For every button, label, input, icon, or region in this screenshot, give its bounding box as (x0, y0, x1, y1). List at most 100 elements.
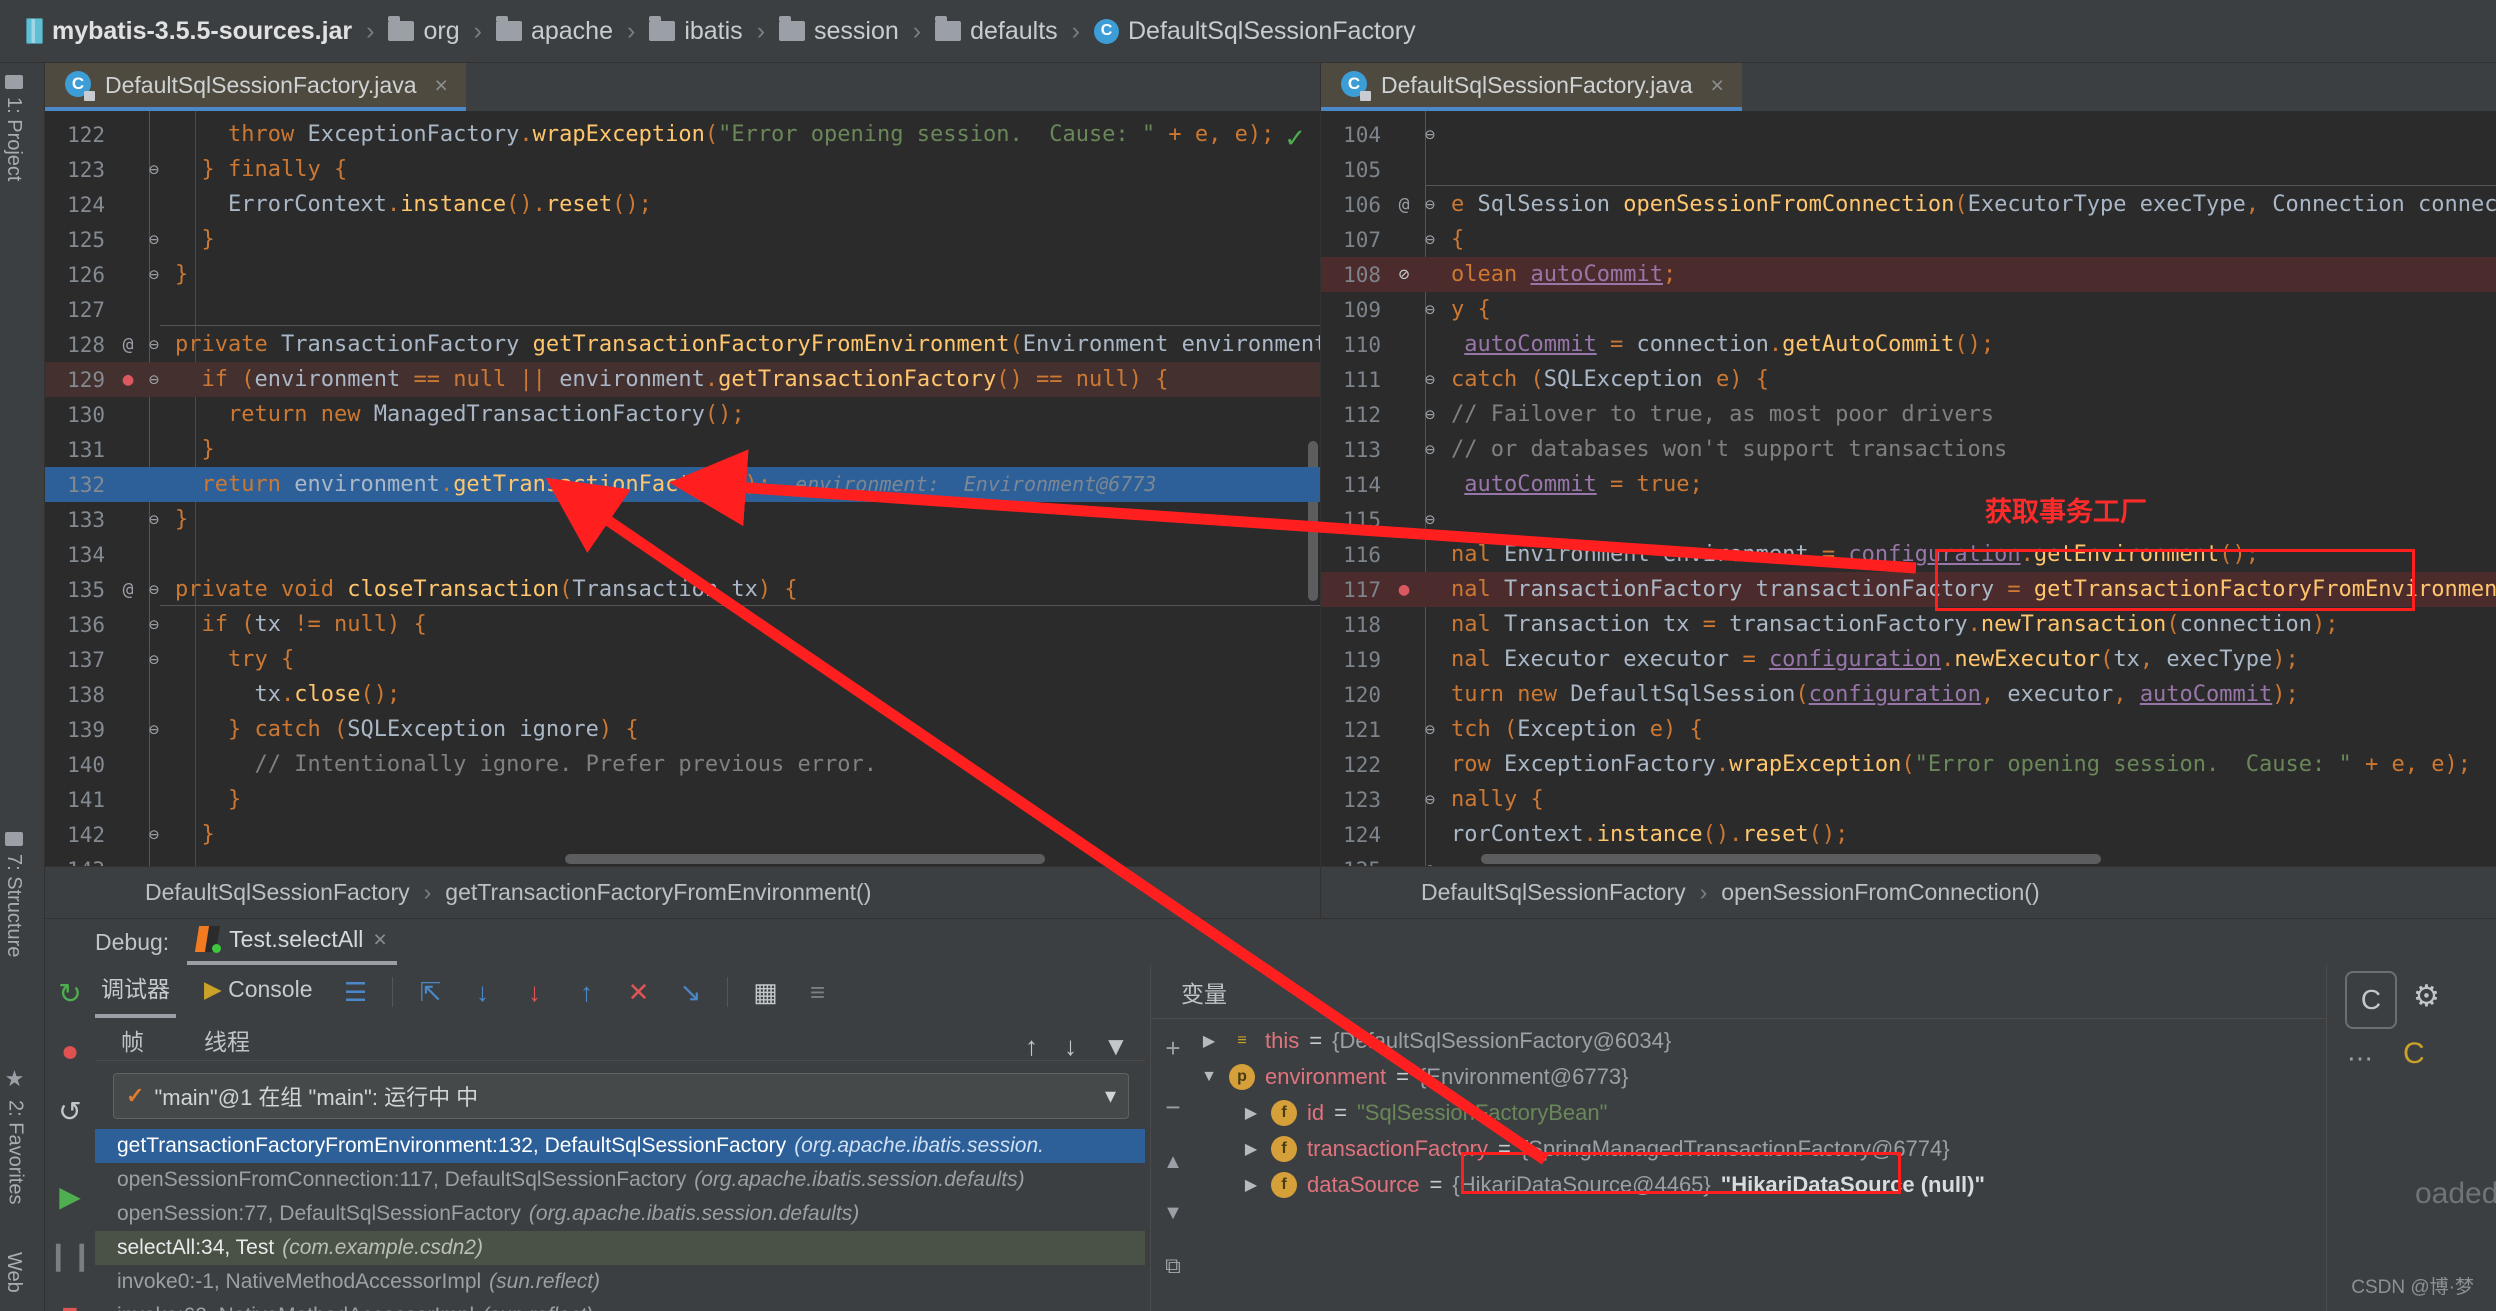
close-icon[interactable]: × (435, 72, 448, 99)
step-into-icon[interactable]: ↓ (519, 977, 549, 1007)
override-marker-icon[interactable]: @ (115, 334, 141, 355)
sidebar-item-structure[interactable]: 7: Structure (0, 828, 29, 961)
breadcrumb-item-apache[interactable]: apache (495, 16, 613, 46)
code-line[interactable]: 116 nal Environment environment = configu… (1321, 537, 2496, 572)
tab-console[interactable]: ▶ Console (198, 972, 318, 1013)
code-line[interactable]: 119 nal Executor executor = configuration… (1321, 642, 2496, 677)
frame-list-item[interactable]: openSessionFromConnection:117, DefaultSq… (95, 1163, 1145, 1197)
code-line[interactable]: 121 ⊖ tch (Exception e) { (1321, 712, 2496, 747)
code-line[interactable]: 108 ⊘ olean autoCommit; (1321, 257, 2496, 292)
code-line[interactable]: 141 } (45, 782, 1320, 817)
code-line[interactable]: 120 turn new DefaultSqlSession(configurat… (1321, 677, 2496, 712)
code-line[interactable]: 122 row ExceptionFactory.wrapException("E… (1321, 747, 2496, 782)
code-line[interactable]: 126 ⊖} (45, 257, 1320, 292)
code-line[interactable]: 133 ⊖} (45, 502, 1320, 537)
code-line[interactable]: 131 } (45, 432, 1320, 467)
sidebar-item-web[interactable]: Web (0, 1248, 29, 1297)
chevron-right-icon[interactable]: ▶ (1241, 1103, 1261, 1123)
fold-toggle-icon[interactable]: ⊖ (141, 825, 167, 845)
code-line[interactable]: 105 (1321, 152, 2496, 187)
code-line[interactable]: 123 ⊖ } finally { (45, 152, 1320, 187)
code-editor-left[interactable]: ✓ 122 throw ExceptionFactory.wrapExcepti… (45, 111, 1320, 866)
close-icon[interactable]: × (1711, 72, 1724, 99)
breakpoint-icon[interactable]: ● (115, 369, 141, 390)
code-line[interactable]: 111 ⊖ catch (SQLException e) { (1321, 362, 2496, 397)
settings-list-icon[interactable]: ≡ (802, 977, 832, 1007)
chevron-right-icon[interactable]: ▶ (1241, 1175, 1261, 1195)
editor-tab-right[interactable]: C DefaultSqlSessionFactory.java × (1321, 63, 1742, 111)
stop-program-icon[interactable]: ■ (52, 1298, 88, 1311)
breadcrumb-method[interactable]: openSessionFromConnection() (1721, 879, 2039, 906)
breadcrumb-class[interactable]: DefaultSqlSessionFactory (145, 879, 410, 906)
variable-row[interactable]: ▶ f id = "SqlSessionFactoryBean" (1199, 1095, 2326, 1131)
frame-list-item[interactable]: getTransactionFactoryFromEnvironment:132… (95, 1129, 1145, 1163)
fold-toggle-icon[interactable]: ⊖ (141, 615, 167, 635)
code-line[interactable]: 142 ⊖ } (45, 817, 1320, 852)
layout-settings-icon[interactable]: ☰ (340, 977, 370, 1007)
show-execution-point-icon[interactable]: ⇱ (415, 977, 445, 1007)
filter-icon[interactable]: ▼ (1103, 1031, 1129, 1062)
code-line[interactable]: 124 ErrorContext.instance().reset(); (45, 187, 1320, 222)
code-line[interactable]: 124 rorContext.instance().reset(); (1321, 817, 2496, 852)
editor-tab-left[interactable]: C DefaultSqlSessionFactory.java × (45, 63, 466, 111)
override-marker-icon[interactable]: @ (115, 579, 141, 600)
fold-toggle-icon[interactable]: ⊖ (1417, 510, 1443, 530)
code-line[interactable]: 114 autoCommit = true; (1321, 467, 2496, 502)
debug-session-tab[interactable]: Test.selectAll × (187, 920, 397, 965)
frame-list-item[interactable]: selectAll:34, Test (com.example.csdn2) (95, 1231, 1145, 1265)
frame-list-item[interactable]: invoke0:-1, NativeMethodAccessorImpl (sun… (95, 1265, 1145, 1299)
code-editor-right[interactable]: 104 ⊖ 105 106 @ ⊖ e SqlSession openSessionFrom… (1321, 111, 2496, 866)
code-line[interactable]: 143 (45, 852, 1320, 867)
code-line[interactable]: 138 tx.close(); (45, 677, 1320, 712)
watches-icon[interactable]: ●● (1160, 1307, 1187, 1311)
code-line[interactable]: 140 // Intentionally ignore. Prefer prev… (45, 747, 1320, 782)
fold-toggle-icon[interactable]: ⊖ (141, 370, 167, 390)
close-icon[interactable]: × (373, 926, 386, 953)
frames-header-label[interactable]: 帧 (121, 1023, 144, 1057)
fold-toggle-icon[interactable]: ⊖ (1417, 440, 1443, 460)
run-to-cursor-icon[interactable]: ↘ (675, 977, 705, 1007)
fold-toggle-icon[interactable]: ⊖ (141, 650, 167, 670)
fold-toggle-icon[interactable]: ⊖ (141, 720, 167, 740)
code-line[interactable]: 135 @ ⊖ private void closeTransaction(Trans… (45, 572, 1320, 607)
code-line[interactable]: 125⊖ (1321, 852, 2496, 867)
move-watch-up-icon[interactable]: ▲ (1163, 1151, 1183, 1174)
code-line[interactable]: 136 ⊖ if (tx != null) { (45, 607, 1320, 642)
breadcrumb-class[interactable]: DefaultSqlSessionFactory (1421, 879, 1686, 906)
gutter-marker-icon[interactable]: ⊘ (1391, 264, 1417, 285)
code-line[interactable]: 109 ⊖ y { (1321, 292, 2496, 327)
variable-row[interactable]: ▶ f transactionFactory = {SpringManagedTrans… (1199, 1131, 2326, 1167)
breadcrumb-item-session[interactable]: session (779, 16, 899, 46)
fold-toggle-icon[interactable]: ⊖ (141, 160, 167, 180)
mute-breakpoints-icon[interactable]: ⏺ (52, 1036, 88, 1069)
code-line[interactable]: 137 ⊖ try { (45, 642, 1320, 677)
pause-program-icon[interactable]: ❙❙ (47, 1239, 94, 1272)
restore-layout-icon[interactable]: ↺ (52, 1095, 88, 1128)
move-watch-down-icon[interactable]: ▼ (1163, 1202, 1183, 1225)
chevron-down-icon[interactable]: ▼ (1199, 1068, 1219, 1086)
sidebar-item-favorites[interactable]: ★ 2: Favorites (0, 1063, 32, 1208)
fold-toggle-icon[interactable]: ⊖ (1417, 300, 1443, 320)
code-line[interactable]: 104 ⊖ (1321, 117, 2496, 152)
override-marker-icon[interactable]: @ (1391, 194, 1417, 215)
sidebar-item-project[interactable]: 1: Project (0, 71, 29, 185)
code-line[interactable]: 130 return new ManagedTransactionFactory… (45, 397, 1320, 432)
variable-row[interactable]: ▼ p environment = {Environment@6773} (1199, 1059, 2326, 1095)
frame-list-item[interactable]: invoke:62, NativeMethodAccessorImpl (sun.… (95, 1299, 1145, 1311)
fold-toggle-icon[interactable]: ⊖ (141, 335, 167, 355)
copy-icon[interactable]: ⧉ (1165, 1253, 1181, 1279)
evaluate-expression-icon[interactable]: ▦ (750, 977, 780, 1007)
breakpoint-icon[interactable]: ● (1391, 579, 1417, 600)
code-line[interactable]: 115 ⊖ (1321, 502, 2496, 537)
code-line[interactable]: 125 ⊖ } (45, 222, 1320, 257)
more-icon[interactable]: ⋯ (2347, 1043, 2373, 1074)
code-line[interactable]: 118 nal Transaction tx = transactionFacto… (1321, 607, 2496, 642)
code-line[interactable]: 134 (45, 537, 1320, 572)
fold-toggle-icon[interactable]: ⊖ (1417, 195, 1443, 215)
tab-debugger[interactable]: 调试器 (95, 966, 176, 1018)
code-line[interactable]: 113 ⊖ // or databases won't support transa… (1321, 432, 2496, 467)
step-out-icon[interactable]: ↑ (571, 977, 601, 1007)
thread-selector[interactable]: ✓ "main"@1 在组 "main": 运行中 中 ▾ (113, 1073, 1129, 1119)
breadcrumb-item-class[interactable]: C DefaultSqlSessionFactory (1094, 17, 1416, 46)
variables-tree[interactable]: ▶ ≡ this = {DefaultSqlSessionFactory@6034} ▼ p… (1199, 1023, 2326, 1311)
